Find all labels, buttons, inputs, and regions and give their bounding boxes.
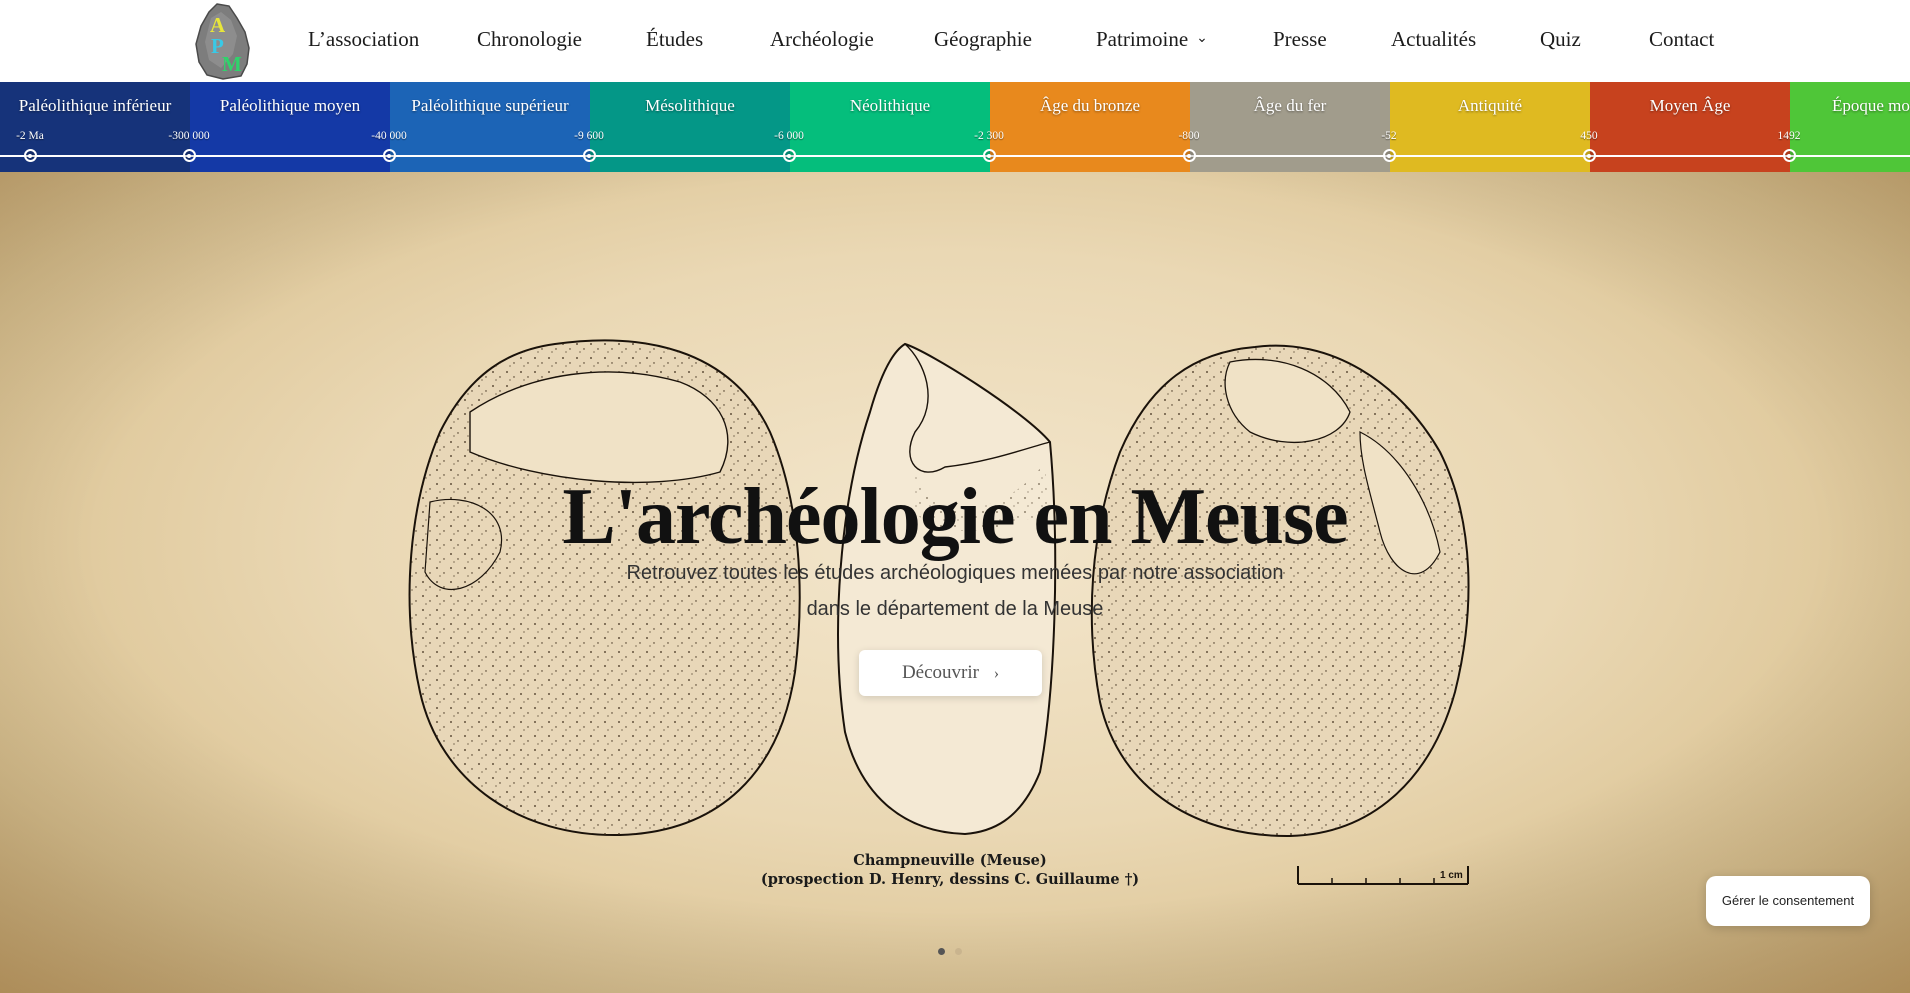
nav-item-chronologie[interactable]: Chronologie <box>477 27 582 52</box>
nav-item-actualités[interactable]: Actualités <box>1391 27 1476 52</box>
timeline-date-label: -52 <box>1381 130 1397 142</box>
discover-button-label: Découvrir <box>901 662 979 683</box>
svg-text:M: M <box>222 52 242 76</box>
timeline-period[interactable]: Antiquité <box>1390 82 1590 172</box>
timeline-period-label: Époque mo <box>1832 96 1910 115</box>
nav-item-label: Quiz <box>1540 27 1581 51</box>
nav-item-géographie[interactable]: Géographie <box>934 27 1032 52</box>
nav-item-études[interactable]: Études <box>646 27 703 52</box>
timeline-axis <box>0 155 1910 157</box>
timeline-marker[interactable] <box>982 149 996 162</box>
timeline-period-label: Âge du bronze <box>1039 96 1141 115</box>
timeline-date-label: -2 Ma <box>16 130 44 142</box>
timeline-marker[interactable] <box>382 149 396 162</box>
nav-item-label: Chronologie <box>477 27 582 51</box>
chronology-timeline: Paléolithique inférieur Paléolithique moy… <box>0 82 1910 172</box>
nav-item-label: Géographie <box>934 27 1032 51</box>
apm-logo[interactable]: A P M <box>193 2 251 80</box>
nav-item-l-association[interactable]: L’association <box>308 27 419 52</box>
timeline-period[interactable]: Mésolithique <box>590 82 790 172</box>
timeline-period-label: Paléolithique supérieur <box>411 96 569 115</box>
timeline-date-label: -300 000 <box>168 130 210 142</box>
timeline-date-label: 450 <box>1580 130 1598 142</box>
hero-slider: 1 cm L'archéologie en Meuse Retrouvez to… <box>0 172 1910 993</box>
timeline-period-label: Paléolithique moyen <box>219 96 361 115</box>
timeline-period[interactable]: Néolithique <box>790 82 990 172</box>
nav-item-label: Actualités <box>1391 27 1477 51</box>
timeline-date-label: -9 600 <box>574 130 604 142</box>
timeline-period-label: Néolithique <box>849 96 931 115</box>
timeline-period[interactable]: Paléolithique moyen <box>190 82 390 172</box>
timeline-date-label: -6 000 <box>774 130 804 142</box>
timeline-period[interactable]: Âge du bronze <box>990 82 1190 172</box>
nav-item-label: Études <box>646 27 704 51</box>
nav-item-label: Presse <box>1273 27 1327 51</box>
chevron-right-icon: › <box>993 665 1000 682</box>
timeline-date-label: -800 <box>1178 130 1200 142</box>
nav-item-presse[interactable]: Presse <box>1273 27 1327 52</box>
discover-button[interactable]: Découvrir › <box>859 650 1042 696</box>
hero-title: L'archéologie en Meuse <box>562 473 1348 561</box>
timeline-date-label: 1492 <box>1777 130 1801 142</box>
nav-item-label: Contact <box>1649 27 1715 51</box>
timeline-marker[interactable] <box>582 149 596 162</box>
timeline-period-label: Paléolithique inférieur <box>18 96 172 115</box>
timeline-period-label: Mésolithique <box>645 96 735 115</box>
timeline-marker[interactable] <box>1182 149 1196 162</box>
nav-item-contact[interactable]: Contact <box>1649 27 1714 52</box>
nav-item-archéologie[interactable]: Archéologie <box>770 27 874 52</box>
timeline-date-label: -2 300 <box>974 130 1004 142</box>
timeline-period-label: Antiquité <box>1457 96 1523 115</box>
image-caption-credit: (prospection D. Henry, dessins C. Guilla… <box>760 871 1140 888</box>
timeline-period-label: Âge du fer <box>1253 96 1327 115</box>
timeline-marker[interactable] <box>23 149 37 162</box>
timeline-marker[interactable] <box>1382 149 1396 162</box>
header: A P M L’association Chronologie Études Arch… <box>0 0 1910 82</box>
nav-item-patrimoine[interactable]: Patrimoine ⌄ <box>1096 27 1208 52</box>
timeline-period[interactable]: Paléolithique supérieur <box>390 82 590 172</box>
nav-item-label: L’association <box>308 27 420 51</box>
timeline-period[interactable]: Moyen Âge <box>1590 82 1790 172</box>
hero-subtitle-line2: dans le département de la Meuse <box>806 598 1104 620</box>
timeline-marker[interactable] <box>782 149 796 162</box>
nav-item-label: Patrimoine <box>1096 27 1189 51</box>
timeline-marker[interactable] <box>1782 149 1796 162</box>
nav-item-label: Archéologie <box>770 27 874 51</box>
timeline-period-label: Moyen Âge <box>1649 96 1731 115</box>
nav-item-quiz[interactable]: Quiz <box>1540 27 1581 52</box>
timeline-marker[interactable] <box>182 149 196 162</box>
timeline-date-label: -40 000 <box>371 130 407 142</box>
timeline-period[interactable]: Époque mo <box>1790 82 1910 172</box>
slider-dot-1[interactable] <box>938 948 945 955</box>
image-caption-title: Champneuville (Meuse) <box>853 852 1047 869</box>
timeline-marker[interactable] <box>1582 149 1596 162</box>
timeline-period[interactable]: Âge du fer <box>1190 82 1390 172</box>
hero-subtitle-line1: Retrouvez toutes les études archéologiqu… <box>626 562 1284 584</box>
chevron-down-icon: ⌄ <box>1196 31 1208 46</box>
slider-dot-2[interactable] <box>955 948 962 955</box>
consent-button[interactable]: Gérer le consentement <box>1706 876 1870 926</box>
